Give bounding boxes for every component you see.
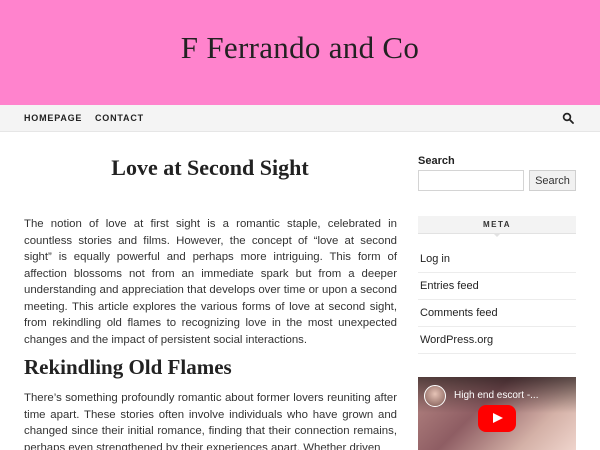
site-header: F Ferrando and Co — [0, 0, 600, 105]
video-title[interactable]: High end escort -... — [454, 390, 538, 401]
section-heading: Rekindling Old Flames — [24, 355, 232, 379]
site-title[interactable]: F Ferrando and Co — [0, 30, 600, 66]
meta-widget-title: META — [482, 220, 512, 229]
sidebar-search-input[interactable] — [418, 170, 524, 191]
sidebar-search-button[interactable]: Search — [529, 170, 576, 191]
section-text: There’s something profoundly romantic ab… — [24, 392, 397, 450]
article-intro: The notion of love at first sight is a r… — [24, 218, 397, 346]
channel-avatar[interactable] — [424, 385, 446, 407]
sidebar-search-label: Search — [418, 155, 455, 167]
meta-item-comments-feed[interactable]: Comments feed — [418, 300, 576, 327]
article-title: Love at Second Sight — [111, 155, 309, 180]
main-nav: HOMEPAGE CONTACT — [0, 105, 600, 132]
search-icon[interactable] — [562, 112, 574, 124]
meta-widget-header: META — [418, 216, 576, 237]
meta-item-log-in[interactable]: Log in — [418, 246, 576, 273]
video-embed[interactable]: High end escort -... — [418, 377, 576, 450]
meta-list: Log in Entries feed Comments feed WordPr… — [418, 246, 576, 354]
meta-item-wordpress-org[interactable]: WordPress.org — [418, 327, 576, 354]
play-button-icon[interactable] — [478, 405, 516, 432]
nav-homepage-link[interactable]: HOMEPAGE — [24, 113, 82, 123]
nav-contact-link[interactable]: CONTACT — [95, 113, 144, 123]
meta-item-entries-feed[interactable]: Entries feed — [418, 273, 576, 300]
meta-notch — [493, 233, 501, 237]
